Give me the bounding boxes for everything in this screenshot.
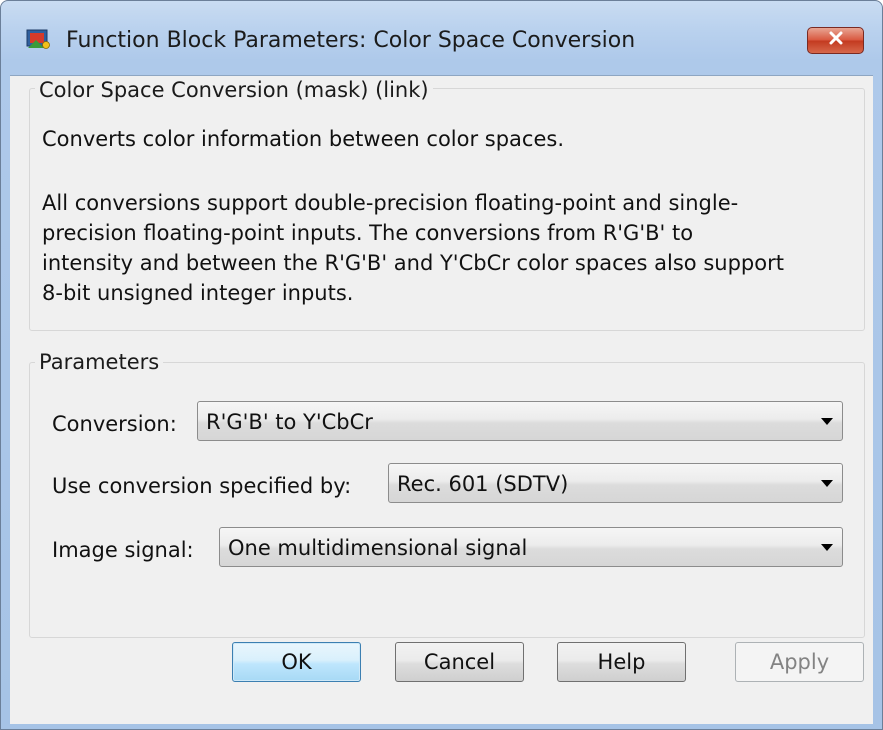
dialog-window: Function Block Parameters: Color Space C… [0, 0, 883, 730]
title-bar[interactable]: Function Block Parameters: Color Space C… [1, 1, 882, 75]
conversion-standard-value: Rec. 601 (SDTV) [397, 472, 569, 496]
dialog-content: Color Space Conversion (mask) (link) Con… [10, 75, 873, 724]
description-line: intensity and between the R'G'B' and Y'C… [42, 251, 784, 275]
description-group-legend: Color Space Conversion (mask) (link) [35, 78, 433, 102]
cancel-button[interactable]: Cancel [395, 642, 524, 682]
close-icon [828, 31, 844, 50]
image-signal-value: One multidimensional signal [228, 536, 528, 560]
image-signal-label: Image signal: [52, 538, 194, 562]
simulink-block-icon [26, 28, 50, 50]
description-line: All conversions support double-precision… [42, 191, 739, 215]
description-summary: Converts color information between color… [42, 127, 565, 151]
help-button[interactable]: Help [557, 642, 686, 682]
chevron-down-icon [821, 544, 833, 551]
parameters-group-legend: Parameters [35, 350, 164, 374]
conversion-label: Conversion: [52, 412, 177, 436]
window-title: Function Block Parameters: Color Space C… [66, 28, 636, 53]
conversion-standard-dropdown[interactable]: Rec. 601 (SDTV) [388, 463, 843, 503]
description-line: 8-bit unsigned integer inputs. [42, 281, 354, 305]
conversion-value: R'G'B' to Y'CbCr [206, 410, 373, 434]
description-line: precision floating-point inputs. The con… [42, 221, 694, 245]
description-details: All conversions support double-precision… [42, 188, 784, 308]
chevron-down-icon [821, 418, 833, 425]
conversion-dropdown[interactable]: R'G'B' to Y'CbCr [197, 401, 843, 441]
close-button[interactable] [807, 27, 864, 54]
chevron-down-icon [821, 480, 833, 487]
conversion-standard-label: Use conversion specified by: [52, 474, 352, 498]
apply-button[interactable]: Apply [735, 642, 864, 682]
ok-button[interactable]: OK [232, 642, 361, 682]
image-signal-dropdown[interactable]: One multidimensional signal [219, 527, 843, 567]
